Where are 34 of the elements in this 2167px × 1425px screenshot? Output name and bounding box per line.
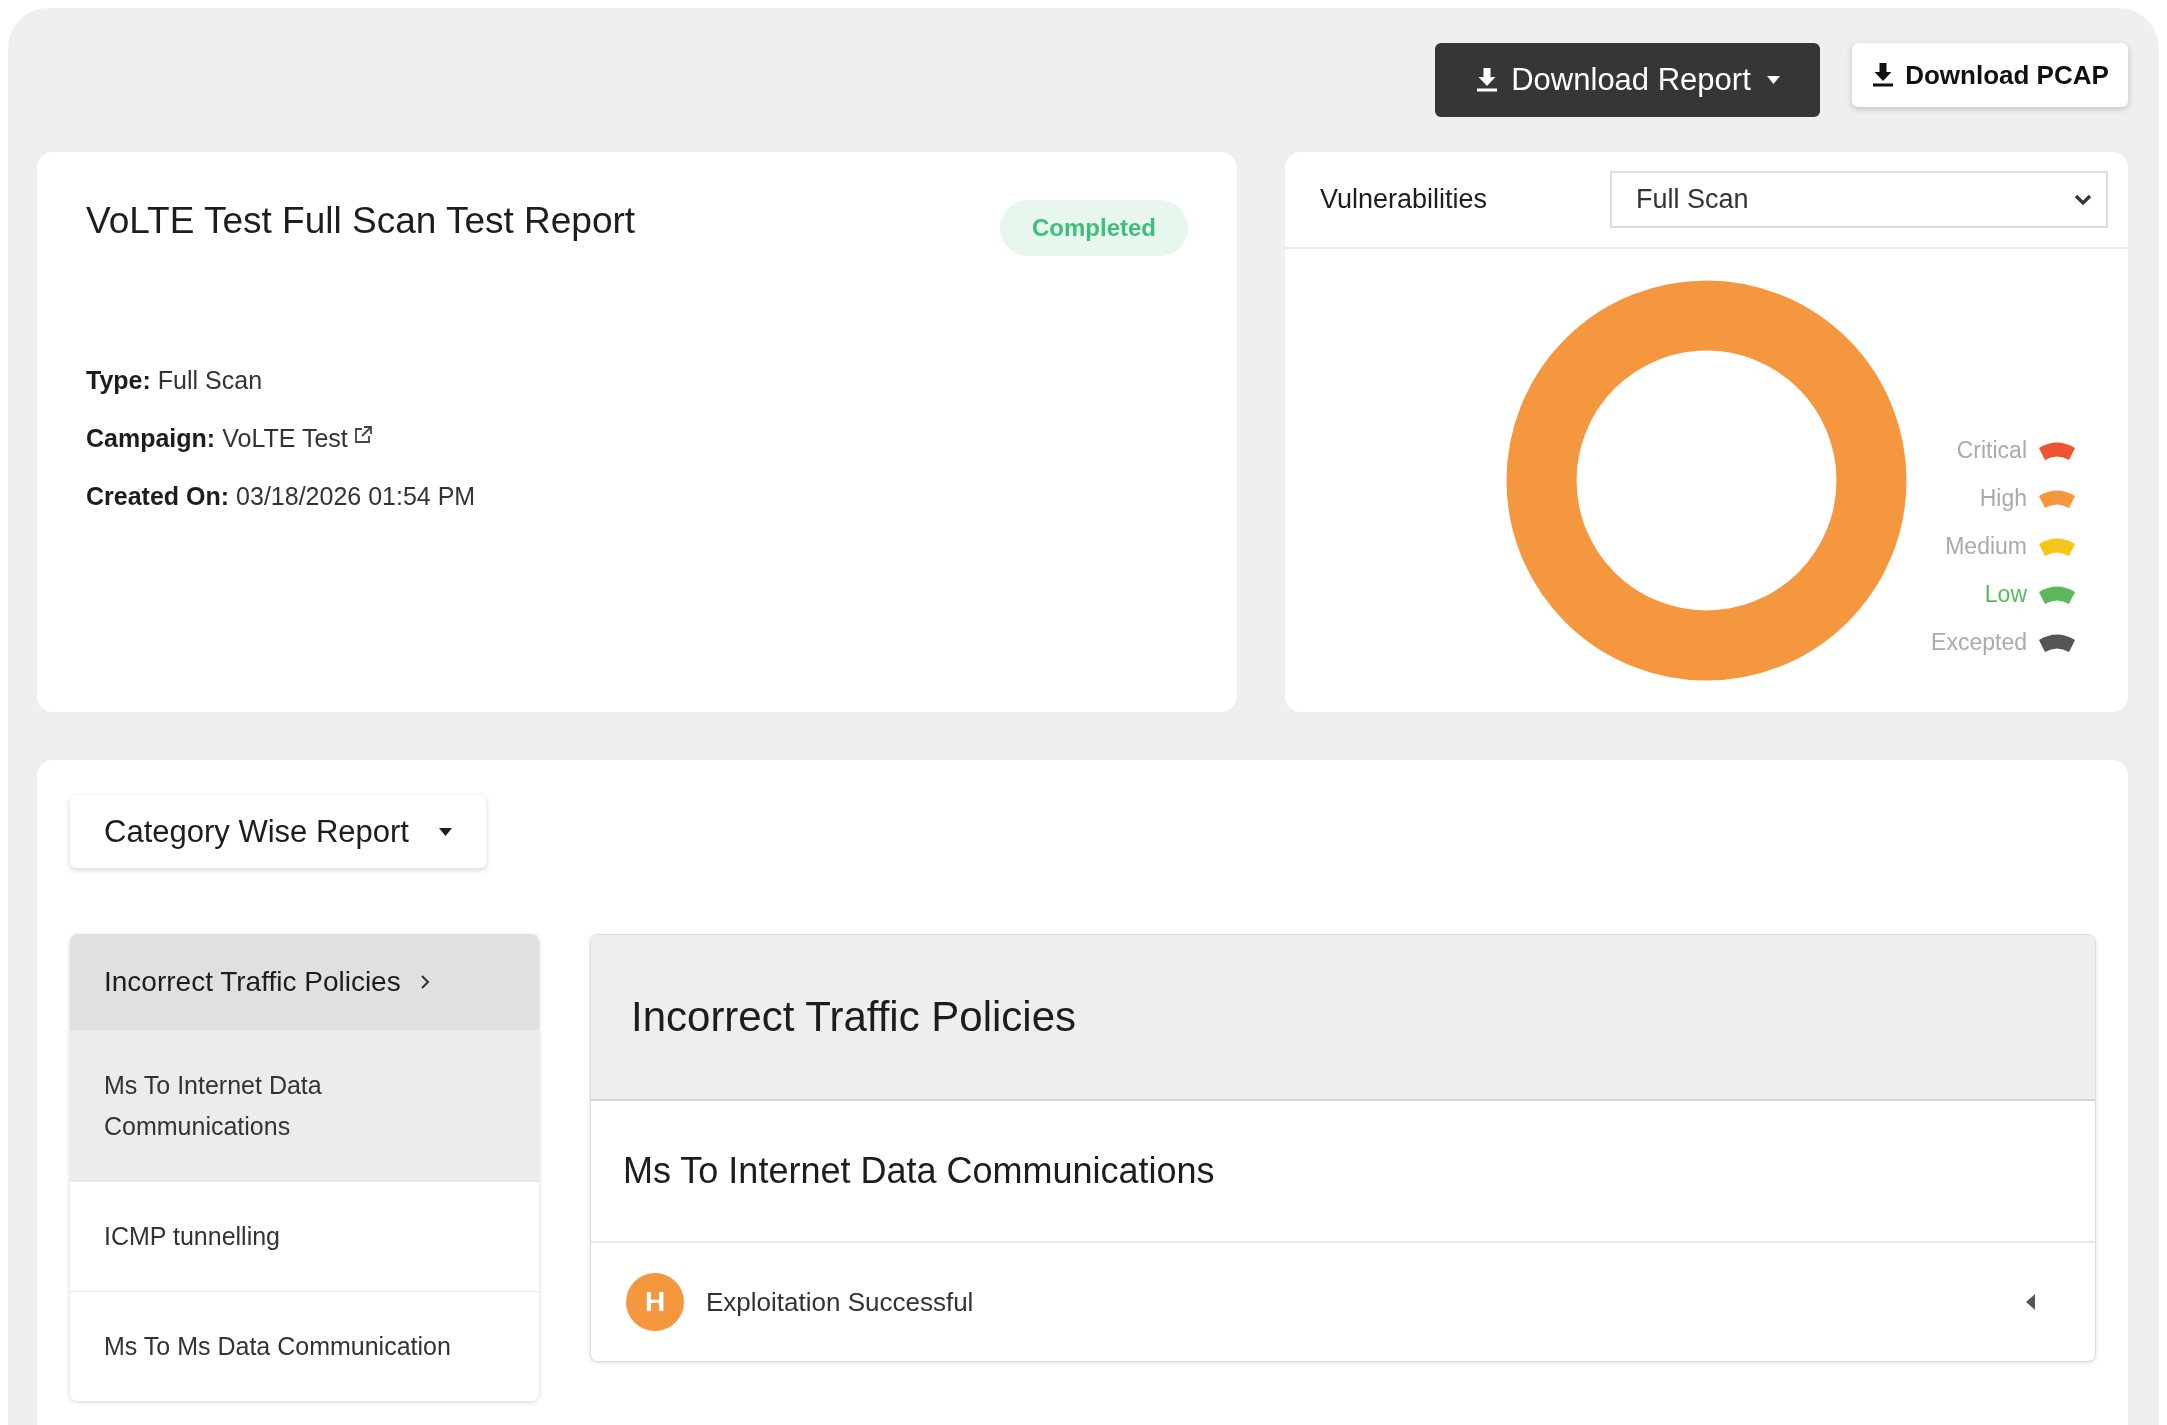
vulnerabilities-title: Vulnerabilities bbox=[1320, 184, 1488, 215]
category-item[interactable]: Ms To Ms Data Communication bbox=[70, 1291, 539, 1401]
category-wise-report-button[interactable]: Category Wise Report bbox=[70, 795, 486, 868]
detail-subtitle: Ms To Internet Data Communications bbox=[623, 1150, 1215, 1192]
detail-value: Full Scan bbox=[157, 365, 263, 396]
legend-label: Medium bbox=[1945, 532, 2027, 560]
external-link-icon bbox=[352, 425, 373, 445]
scan-select[interactable]: Full Scan bbox=[1610, 171, 2108, 228]
legend-label: Critical bbox=[1956, 436, 2027, 464]
campaign-link[interactable]: VoLTE Test bbox=[222, 409, 348, 467]
status-badge: Completed bbox=[1000, 200, 1188, 256]
download-icon bbox=[1871, 62, 1896, 88]
finding-row[interactable]: H Exploitation Successful bbox=[591, 1241, 2095, 1361]
chevron-down-icon bbox=[2074, 193, 2092, 206]
category-item[interactable]: Ms To Internet Data Communications bbox=[70, 1030, 539, 1181]
chevron-right-icon bbox=[418, 973, 431, 991]
report-title: VoLTE Test Full Scan Test Report bbox=[86, 199, 636, 243]
category-item[interactable]: ICMP tunnelling bbox=[70, 1181, 539, 1291]
download-report-button[interactable]: Download Report bbox=[1435, 43, 1820, 117]
detail-label: Created On: bbox=[86, 481, 230, 512]
category-header[interactable]: Incorrect Traffic Policies bbox=[70, 934, 539, 1030]
detail-value: 03/18/2026 01:54 PM bbox=[236, 481, 476, 512]
legend-label: High bbox=[1979, 484, 2027, 512]
detail-title: Incorrect Traffic Policies bbox=[631, 993, 1077, 1041]
legend-label: Low bbox=[1984, 580, 2027, 608]
caret-down-icon bbox=[1766, 76, 1780, 84]
severity-badge: H bbox=[626, 1273, 684, 1331]
finding-title: Exploitation Successful bbox=[706, 1286, 974, 1318]
caret-down-icon bbox=[439, 827, 452, 836]
download-pcap-button[interactable]: Download PCAP bbox=[1852, 43, 2128, 107]
detail-label: Campaign: bbox=[86, 423, 216, 454]
detail-label: Type: bbox=[86, 365, 151, 396]
legend-label: Excepted bbox=[1931, 628, 2027, 656]
download-icon bbox=[1475, 67, 1500, 93]
